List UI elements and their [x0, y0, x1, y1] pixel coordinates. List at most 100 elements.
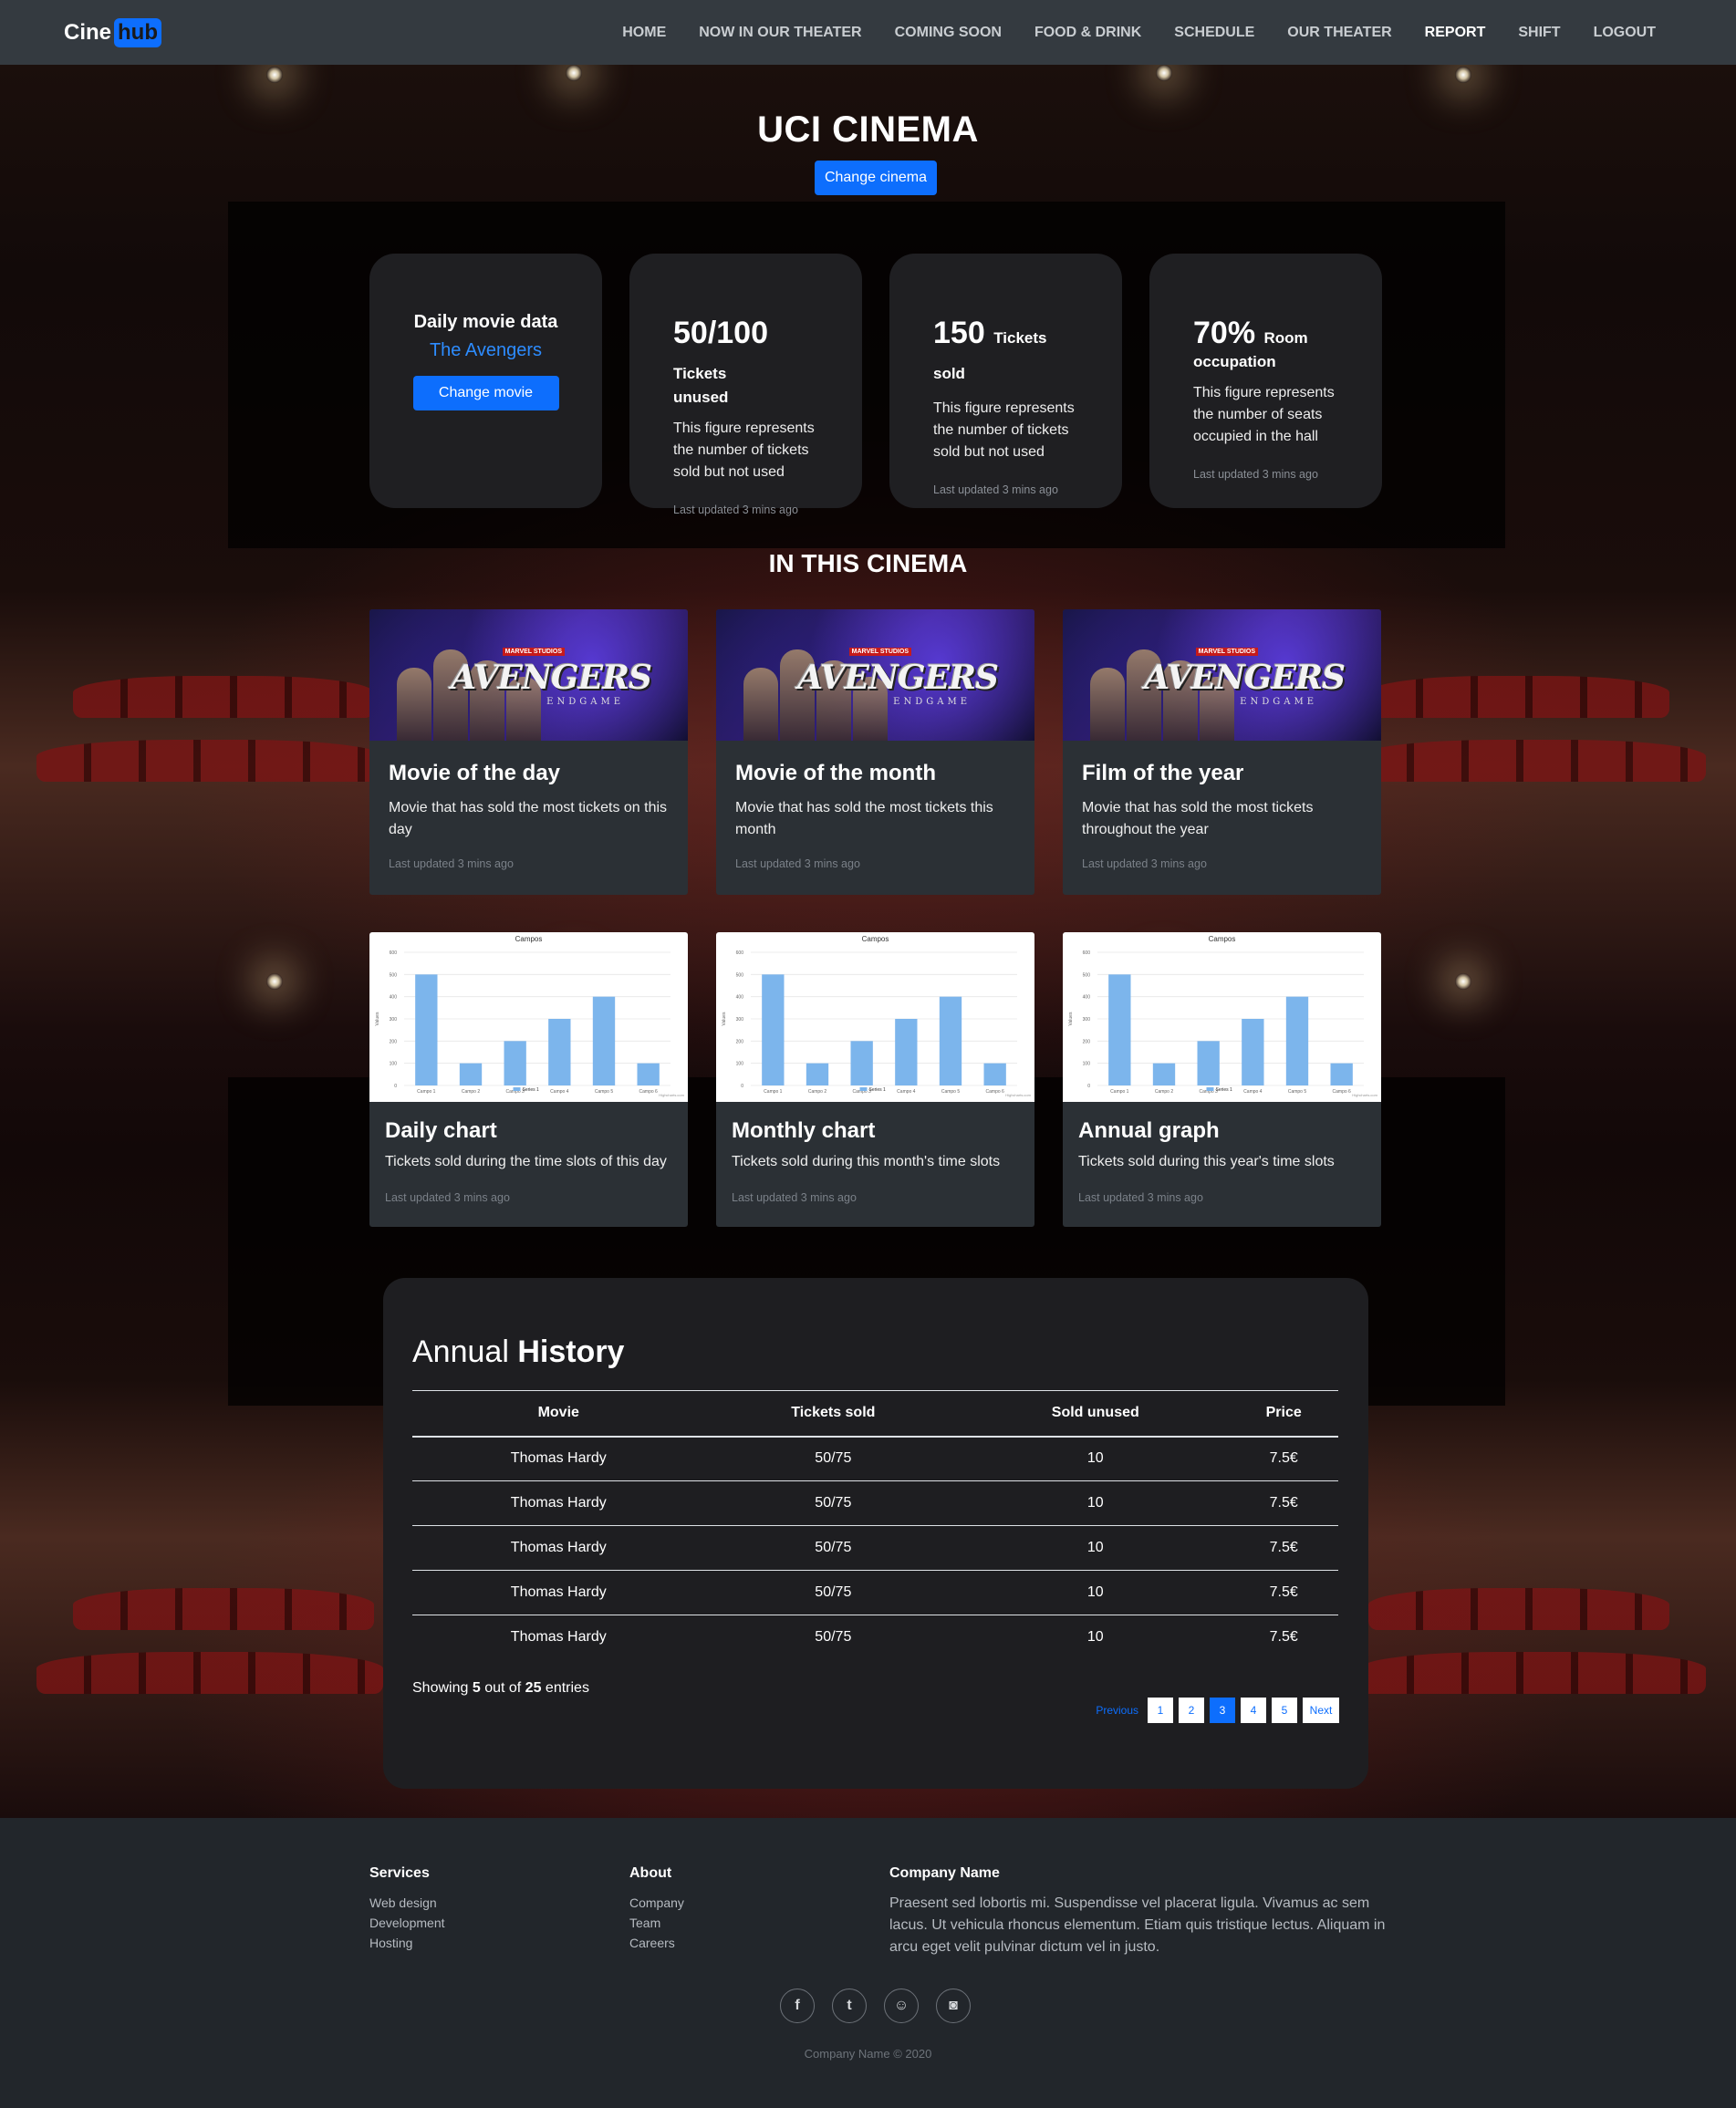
footer-link-web-design[interactable]: Web design	[369, 1893, 445, 1913]
footer-services: Services Web design Development Hosting	[369, 1865, 445, 1953]
monthly-chart-card[interactable]: Campos Values 0 100 200 300 400 500 600 Campo 1 Ca…	[716, 932, 1034, 1227]
facebook-icon[interactable]: f	[780, 1989, 815, 2023]
room-occupation-unit2: occupation	[1193, 353, 1276, 370]
chart-y-tick-label: 600	[1083, 950, 1091, 956]
table-row: Thomas Hardy 50/75 10 7.5€	[412, 1480, 1338, 1526]
chart-y-tick-label: 400	[1083, 995, 1091, 1001]
daily-chart-card[interactable]: Campos Values 0 100 200 300 400 500 600 Campo 1 Ca…	[369, 932, 688, 1227]
nav-schedule[interactable]: SCHEDULE	[1158, 25, 1271, 41]
chart-bar	[637, 1063, 660, 1085]
chart-x-tick-label: Campo 1	[764, 1089, 783, 1095]
chart-y-axis-label: Values	[722, 1012, 727, 1025]
bar-chart-svg: Campos Values 0 100 200 300 400 500 600 Campo 1 Ca…	[1068, 935, 1378, 1097]
footer-about: About Company Team Careers	[629, 1865, 684, 1953]
pagination-page-2[interactable]: 2	[1179, 1698, 1204, 1723]
pagination-next[interactable]: Next	[1303, 1698, 1339, 1723]
footer-link-hosting[interactable]: Hosting	[369, 1933, 445, 1953]
chart-y-tick-label: 300	[1083, 1017, 1091, 1023]
site-footer: Services Web design Development Hosting …	[0, 1818, 1736, 2108]
nav-food-drink[interactable]: FOOD & DRINK	[1018, 25, 1158, 41]
nav-shift[interactable]: SHIFT	[1502, 25, 1576, 41]
col-sold-unused[interactable]: Sold unused	[962, 1390, 1230, 1438]
col-tickets-sold[interactable]: Tickets sold	[704, 1390, 962, 1438]
chart-card-updated: Last updated 3 mins ago	[1078, 1191, 1203, 1204]
chart-x-tick-label: Campo 5	[941, 1089, 961, 1095]
daily-bar-chart: Campos Values 0 100 200 300 400 500 600 Campo 1 Ca…	[369, 932, 688, 1102]
tickets-unused-unit2: unused	[673, 389, 729, 406]
footer-link-careers[interactable]: Careers	[629, 1933, 684, 1953]
pagination-page-5[interactable]: 5	[1272, 1698, 1297, 1723]
footer-link-company[interactable]: Company	[629, 1893, 684, 1913]
brand-logo[interactable]: Cine hub	[64, 17, 161, 47]
chart-x-tick-label: Campo 1	[1110, 1089, 1129, 1095]
cell-tickets-sold: 50/75	[704, 1480, 962, 1526]
col-price[interactable]: Price	[1229, 1390, 1338, 1438]
pagination-previous[interactable]: Previous	[1092, 1704, 1142, 1717]
movie-card-desc: Movie that has sold the most tickets on …	[389, 800, 668, 837]
nav-now-in-theater[interactable]: NOW IN OUR THEATER	[682, 25, 878, 41]
film-of-year-card[interactable]: MARVEL STUDIOS AVENGERS ENDGAME Film of …	[1063, 609, 1381, 895]
pagination-page-4[interactable]: 4	[1241, 1698, 1266, 1723]
nav-report[interactable]: REPORT	[1409, 25, 1502, 41]
nav-our-theater[interactable]: OUR THEATER	[1271, 25, 1408, 41]
room-occupation-card: 70% Room occupation This figure represen…	[1149, 254, 1382, 508]
room-occupation-updated: Last updated 3 mins ago	[1193, 468, 1318, 481]
footer-link-development[interactable]: Development	[369, 1913, 445, 1933]
room-occupation-desc: This figure represents the number of sea…	[1193, 385, 1335, 444]
chart-x-tick-label: Campo 6	[986, 1089, 1005, 1095]
movie-card-title: Movie of the month	[735, 761, 936, 785]
chart-bar	[1197, 1041, 1220, 1085]
chart-legend-label: Series 1	[869, 1087, 887, 1093]
cell-movie: Thomas Hardy	[510, 1629, 607, 1646]
chart-x-tick-label: Campo 1	[417, 1089, 436, 1095]
movie-of-month-card[interactable]: MARVEL STUDIOS AVENGERS ENDGAME Movie of…	[716, 609, 1034, 895]
chart-card-updated: Last updated 3 mins ago	[732, 1191, 857, 1204]
brand-cine: Cine	[64, 19, 112, 45]
showing-entries-text: Showing 5 out of 25 entries	[412, 1679, 589, 1696]
table-row: Thomas Hardy 50/75 10 7.5€	[412, 1570, 1338, 1615]
col-movie[interactable]: Movie	[412, 1390, 705, 1438]
chart-bar	[1108, 974, 1131, 1085]
chart-y-axis-label: Values	[375, 1012, 380, 1025]
table-row: Thomas Hardy 50/75 10 7.5€	[412, 1615, 1338, 1660]
pagination-page-1[interactable]: 1	[1148, 1698, 1173, 1723]
footer-link-team[interactable]: Team	[629, 1913, 684, 1933]
chart-bar	[504, 1041, 526, 1085]
cell-price: 7.5€	[1269, 1629, 1298, 1646]
nav-home[interactable]: HOME	[606, 25, 682, 41]
in-this-cinema-heading: IN THIS CINEMA	[768, 549, 968, 577]
nav-coming-soon[interactable]: COMING SOON	[878, 25, 1018, 41]
chart-title: Campos	[515, 935, 543, 943]
daily-movie-card: Daily movie data The Avengers Change mov…	[369, 254, 602, 508]
annual-chart-card[interactable]: Campos Values 0 100 200 300 400 500 600 Campo 1 Ca…	[1063, 932, 1381, 1227]
copyright: Company Name © 2020	[804, 2047, 932, 2061]
twitter-icon[interactable]: t	[832, 1989, 867, 2023]
chart-bar	[548, 1019, 571, 1085]
chart-card-title: Annual graph	[1078, 1118, 1220, 1143]
chart-y-tick-label: 0	[1087, 1084, 1090, 1089]
chart-x-tick-label: Campo 4	[897, 1089, 916, 1095]
movie-card-updated: Last updated 3 mins ago	[389, 857, 514, 870]
cell-price: 7.5€	[1229, 1436, 1338, 1481]
chart-bar	[1152, 1063, 1176, 1085]
chart-card-updated: Last updated 3 mins ago	[385, 1191, 510, 1204]
bar-chart-svg: Campos Values 0 100 200 300 400 500 600 Campo 1 Ca…	[722, 935, 1032, 1097]
chart-y-tick-label: 300	[736, 1017, 744, 1023]
change-movie-button[interactable]: Change movie	[412, 376, 559, 410]
chart-x-tick-label: Campo 6	[1333, 1089, 1352, 1095]
movie-card-updated: Last updated 3 mins ago	[1082, 857, 1207, 870]
movie-of-day-card[interactable]: MARVEL STUDIOS AVENGERS ENDGAME Movie of…	[369, 609, 688, 895]
chart-card-title: Daily chart	[385, 1118, 497, 1143]
cell-price: 7.5€	[1229, 1480, 1338, 1526]
daily-movie-name[interactable]: The Avengers	[430, 340, 542, 361]
nav-logout[interactable]: LOGOUT	[1577, 25, 1672, 41]
pagination-page-3[interactable]: 3	[1210, 1698, 1235, 1723]
chart-bar	[983, 1063, 1006, 1085]
change-cinema-button[interactable]: Change cinema	[815, 161, 937, 195]
monthly-bar-chart: Campos Values 0 100 200 300 400 500 600 Campo 1 Ca…	[716, 932, 1034, 1102]
instagram-icon[interactable]: ◙	[936, 1989, 971, 2023]
snapchat-icon[interactable]: ☺	[884, 1989, 919, 2023]
cell-tickets-sold: 50/75	[704, 1525, 962, 1571]
chart-y-tick-label: 600	[736, 950, 744, 956]
annual-bar-chart: Campos Values 0 100 200 300 400 500 600 Campo 1 Ca…	[1063, 932, 1381, 1102]
